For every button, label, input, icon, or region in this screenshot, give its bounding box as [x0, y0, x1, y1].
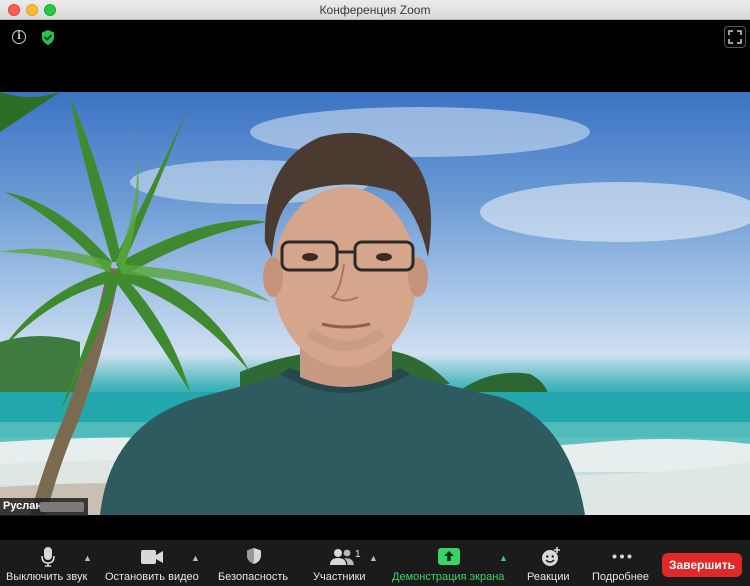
- security-label: Безопасность: [218, 571, 289, 583]
- stop-video-label: Остановить видео: [105, 571, 199, 583]
- stop-video-button[interactable]: ▲ Остановить видео: [100, 540, 210, 586]
- video-feed: [0, 92, 750, 515]
- security-button[interactable]: Безопасность: [212, 540, 298, 586]
- more-label: Подробнее: [592, 571, 650, 583]
- reactions-button[interactable]: Реакции: [524, 540, 578, 586]
- window-title: Конференция Zoom: [319, 3, 431, 17]
- participants-button[interactable]: 1 ▲ Участники: [305, 540, 387, 586]
- video-options-chevron-icon[interactable]: ▲: [191, 553, 200, 563]
- participants-count: 1: [355, 549, 361, 560]
- reactions-label: Реакции: [527, 571, 570, 583]
- video-camera-icon: [141, 550, 163, 564]
- mute-button[interactable]: ▲ Выключить звук: [0, 540, 100, 586]
- participant-name: Руслан: [3, 500, 43, 512]
- audio-options-chevron-icon[interactable]: ▲: [83, 553, 92, 563]
- share-screen-label: Демонстрация экрана: [392, 571, 505, 583]
- fullscreen-icon[interactable]: [724, 26, 746, 48]
- info-icon[interactable]: i: [12, 30, 26, 44]
- participants-icon: [330, 549, 354, 565]
- participant-name-tag: Руслан: [0, 498, 88, 516]
- more-button[interactable]: Подробнее: [590, 540, 654, 586]
- more-dots-icon: [612, 554, 632, 559]
- end-meeting-button[interactable]: Завершить: [662, 553, 742, 577]
- participants-options-chevron-icon[interactable]: ▲: [369, 553, 378, 563]
- share-screen-button[interactable]: ▲ Демонстрация экрана: [390, 540, 512, 586]
- window-titlebar: Конференция Zoom: [0, 0, 750, 20]
- participant-surname-redacted: [40, 502, 84, 512]
- virtual-background-illustration: [0, 92, 750, 515]
- share-screen-icon: [438, 548, 460, 565]
- share-options-chevron-icon[interactable]: ▲: [499, 553, 508, 563]
- mute-label: Выключить звук: [6, 571, 88, 583]
- encryption-shield-icon[interactable]: [40, 29, 56, 46]
- participants-label: Участники: [313, 571, 366, 583]
- meeting-toolbar: ▲ Выключить звук ▲ Остановить видео Безо…: [0, 540, 750, 586]
- microphone-icon: [41, 547, 55, 567]
- security-shield-icon: [247, 548, 261, 564]
- reaction-emoji-icon: [542, 547, 560, 566]
